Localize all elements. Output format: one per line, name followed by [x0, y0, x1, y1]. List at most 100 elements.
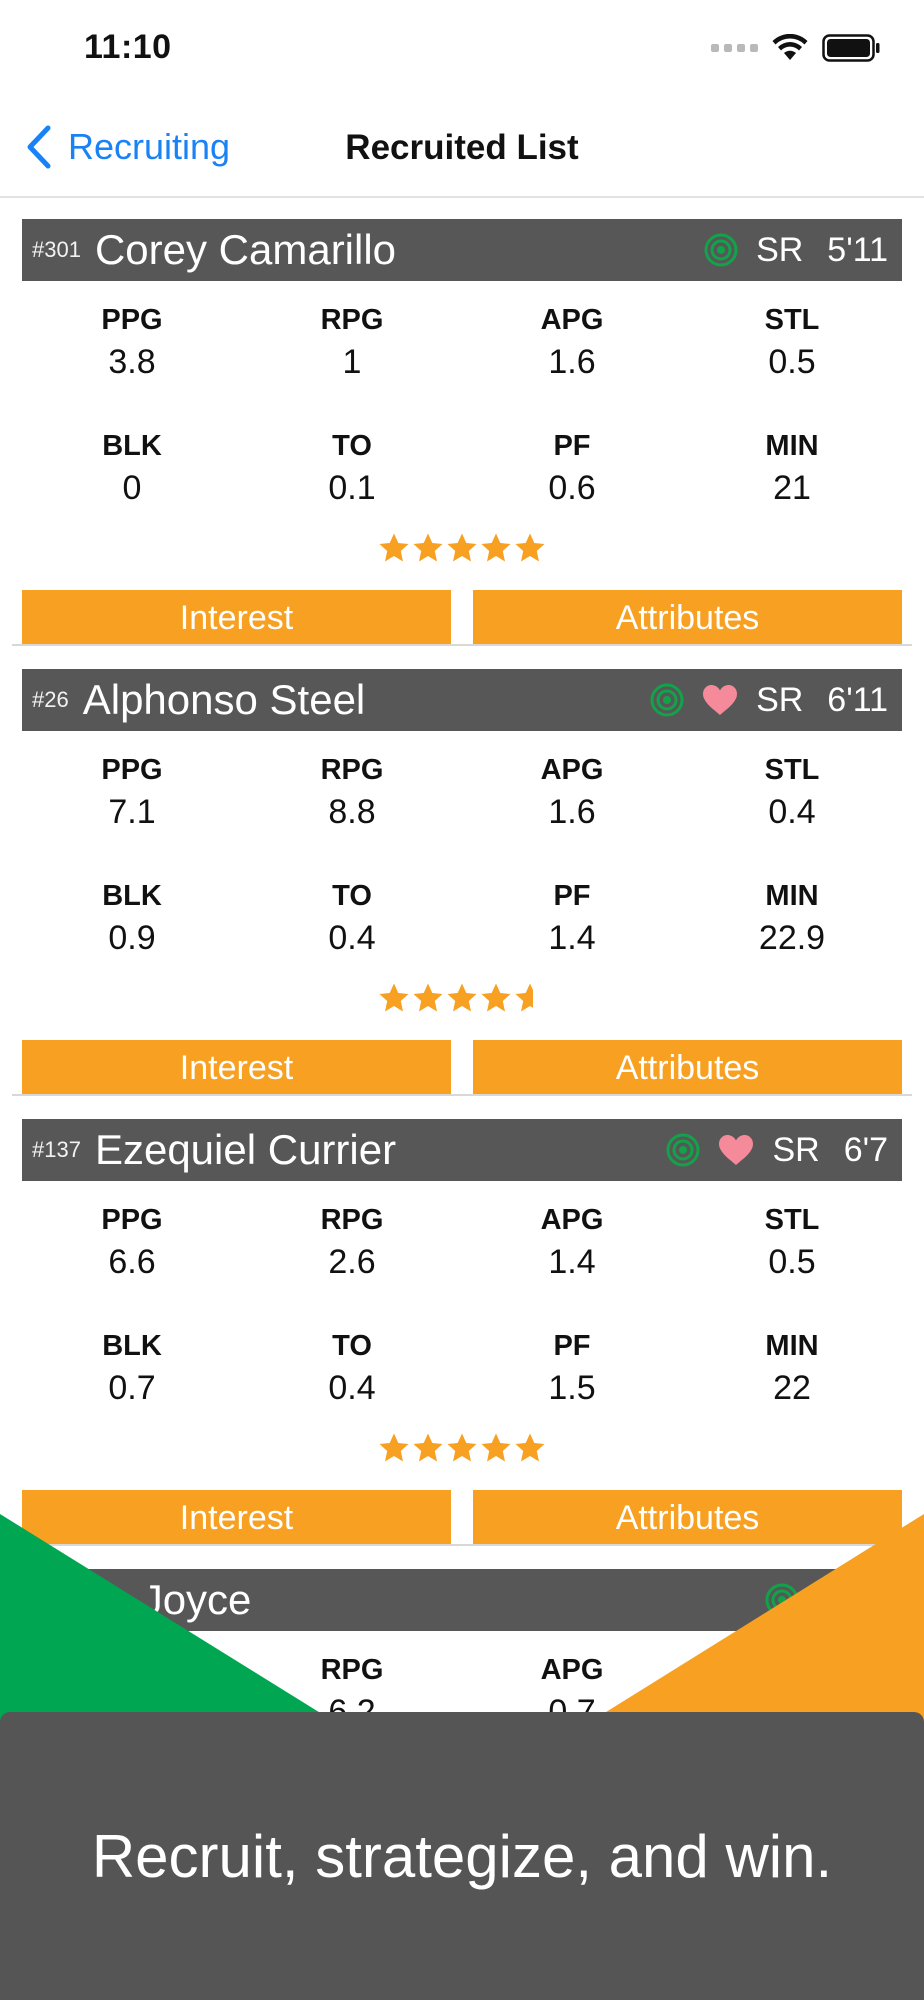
stat-value: 0.5 [768, 1243, 816, 1281]
stat-pf: PF 0.6 [462, 408, 682, 534]
stat-value: 1.6 [548, 793, 596, 831]
player-height: 6'7 [843, 1130, 888, 1169]
player-card[interactable]: #137 Ezequiel Currier SR 6'7 PPG 6.6 RPG 2.6 APG… [0, 1100, 924, 1546]
stat-rpg: RPG 8.8 [242, 732, 462, 858]
player-header[interactable]: #301 Corey Camarillo SR 5'11 [22, 219, 902, 281]
jersey-number: #26 [32, 687, 69, 712]
target-icon [765, 1583, 799, 1617]
stat-label: MIN [765, 1330, 819, 1362]
star-icon [515, 1433, 545, 1462]
player-name: Alphonso Steel [82, 676, 366, 723]
half-star-icon [515, 983, 533, 1012]
star-icon [515, 533, 545, 562]
stat-value: 0.4 [768, 793, 816, 831]
stat-label: BLK [102, 430, 162, 462]
player-header-meta: SR 6'7 [666, 1119, 888, 1181]
player-height: 5'11 [827, 230, 888, 269]
jersey-number: #137 [32, 1137, 81, 1162]
interest-button[interactable]: Interest [22, 1490, 451, 1546]
stat-min: MIN 22 [682, 1308, 902, 1434]
stat-label: BLK [102, 880, 162, 912]
stat-value: 22.9 [758, 919, 826, 957]
star-rating [0, 1432, 924, 1464]
stat-value: 7.1 [108, 793, 156, 831]
player-header[interactable]: #137 Ezequiel Currier SR 6'7 [22, 1119, 902, 1181]
star-rating [0, 982, 924, 1014]
star-icon [413, 1433, 443, 1462]
star-icon [413, 533, 443, 562]
star-rating [0, 532, 924, 564]
player-name: Corey Camarillo [94, 226, 397, 273]
stat-rpg: RPG 1 [242, 282, 462, 408]
interest-button[interactable]: Interest [22, 1040, 451, 1096]
action-buttons: Interest Attributes [22, 1040, 902, 1096]
stat-value: 1.6 [548, 343, 596, 381]
jersey-number: #301 [32, 237, 81, 262]
stat-value: 2.6 [328, 1243, 376, 1281]
stat-label: RPG [320, 1654, 384, 1686]
player-header-meta: SR 6'11 [650, 669, 888, 731]
star-icon [379, 983, 409, 1012]
stat-value: 0.9 [108, 919, 156, 957]
target-icon [704, 233, 738, 267]
stat-label: STL [764, 1654, 820, 1686]
stat-value: 1.4 [548, 1243, 596, 1281]
star-icon [481, 983, 511, 1012]
stat-ppg: PPG 7.1 [22, 732, 242, 858]
stat-label: APG [540, 304, 604, 336]
promo-banner: Recruit, strategize, and win. [0, 1712, 924, 2000]
stat-ppg: PPG 3.8 [22, 282, 242, 408]
heart-icon [703, 685, 738, 715]
battery-icon [822, 34, 880, 62]
star-icon [447, 1433, 477, 1462]
stat-value: 0 [122, 469, 142, 507]
status-bar: 11:10 [0, 0, 924, 100]
stat-label: APG [540, 1204, 604, 1236]
stat-label: MIN [765, 880, 819, 912]
player-name: Ollie Joyce [46, 1576, 252, 1623]
stat-blk: BLK 0.7 [22, 1308, 242, 1434]
stat-value: 0.4 [328, 919, 376, 957]
stat-min: MIN 22.9 [682, 858, 902, 984]
player-header-meta: SR 5'11 [704, 219, 888, 281]
attributes-button[interactable]: Attributes [473, 1490, 902, 1546]
class-year: SR [756, 230, 804, 269]
navigation-bar: Recruiting Recruited List [0, 100, 924, 198]
stat-label: APG [540, 754, 604, 786]
stat-apg: APG 1.6 [462, 732, 682, 858]
stat-value: 22 [773, 1369, 811, 1407]
stat-value: 3.8 [108, 343, 156, 381]
stat-label: RPG [320, 754, 384, 786]
stat-value: 21 [773, 469, 811, 507]
action-buttons: Interest Attributes [22, 1490, 902, 1546]
stat-label: PF [553, 1330, 591, 1362]
player-header[interactable]: Ollie Joyce SR [22, 1569, 902, 1631]
stat-label: STL [764, 754, 820, 786]
stat-label: PF [553, 430, 591, 462]
stat-to: TO 0.4 [242, 1308, 462, 1434]
stat-value: 1.4 [548, 919, 596, 957]
stats-grid: PPG 7.1 RPG 8.8 APG 1.6 STL 0.4 BLK 0.9 TO 0.4 PF 1.4… [22, 732, 902, 984]
attributes-button[interactable]: Attributes [473, 1040, 902, 1096]
stat-label: TO [332, 1330, 372, 1362]
interest-button[interactable]: Interest [22, 590, 451, 646]
stat-rpg: RPG 2.6 [242, 1182, 462, 1308]
player-card[interactable]: #26 Alphonso Steel SR 6'11 PPG 7.1 RPG 8.8 APG 1.… [0, 650, 924, 1096]
attributes-button[interactable]: Attributes [473, 590, 902, 646]
stat-label: RPG [320, 304, 384, 336]
stat-value: 0.1 [328, 469, 376, 507]
stat-stl: STL 0.5 [682, 282, 902, 408]
stat-to: TO 0.1 [242, 408, 462, 534]
stat-value: 6.6 [108, 1243, 156, 1281]
action-buttons: Interest Attributes [22, 590, 902, 646]
star-icon [379, 1433, 409, 1462]
stats-grid: PPG 6.6 RPG 2.6 APG 1.4 STL 0.5 BLK 0.7 TO 0.4 PF 1.5… [22, 1182, 902, 1434]
player-card[interactable]: #301 Corey Camarillo SR 5'11 PPG 3.8 RPG 1 APG 1.… [0, 200, 924, 646]
card-divider [12, 1544, 912, 1546]
stat-value: 1 [342, 343, 362, 381]
stat-value: 8.8 [328, 793, 376, 831]
player-header[interactable]: #26 Alphonso Steel SR 6'11 [22, 669, 902, 731]
player-name: Ezequiel Currier [94, 1126, 397, 1173]
page-title: Recruited List [345, 128, 579, 167]
stat-blk: BLK 0 [22, 408, 242, 534]
